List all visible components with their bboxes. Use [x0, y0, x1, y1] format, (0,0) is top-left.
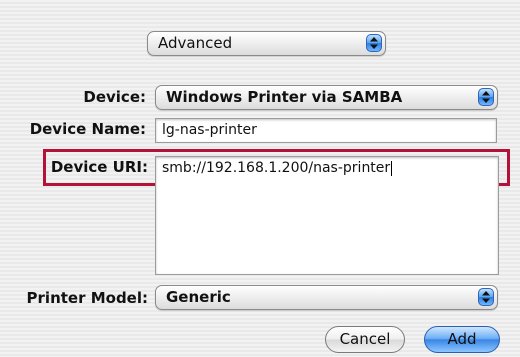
- printer-model-popup[interactable]: Generic: [155, 285, 498, 310]
- mode-popup[interactable]: Advanced: [147, 31, 386, 56]
- device-popup[interactable]: Windows Printer via SAMBA: [155, 85, 498, 110]
- printer-model-label: Printer Model:: [26, 289, 148, 307]
- up-down-arrows-icon: [366, 34, 382, 52]
- mode-popup-label: Advanced: [158, 34, 233, 52]
- device-uri-label: Device URI:: [50, 158, 148, 176]
- add-button[interactable]: Add: [424, 326, 500, 353]
- up-down-arrows-icon: [478, 288, 494, 306]
- up-down-arrows-icon: [478, 88, 494, 106]
- printer-model-popup-label: Generic: [166, 288, 231, 306]
- device-popup-label: Windows Printer via SAMBA: [166, 88, 403, 106]
- device-uri-value: smb://192.168.1.200/nas-printer: [162, 160, 391, 176]
- cancel-button[interactable]: Cancel: [325, 326, 405, 353]
- device-name-label: Device Name:: [29, 120, 146, 138]
- device-uri-field[interactable]: smb://192.168.1.200/nas-printer: [155, 156, 499, 275]
- device-name-field[interactable]: lg-nas-printer: [155, 118, 497, 143]
- device-label: Device:: [83, 88, 146, 106]
- text-caret: [391, 160, 393, 176]
